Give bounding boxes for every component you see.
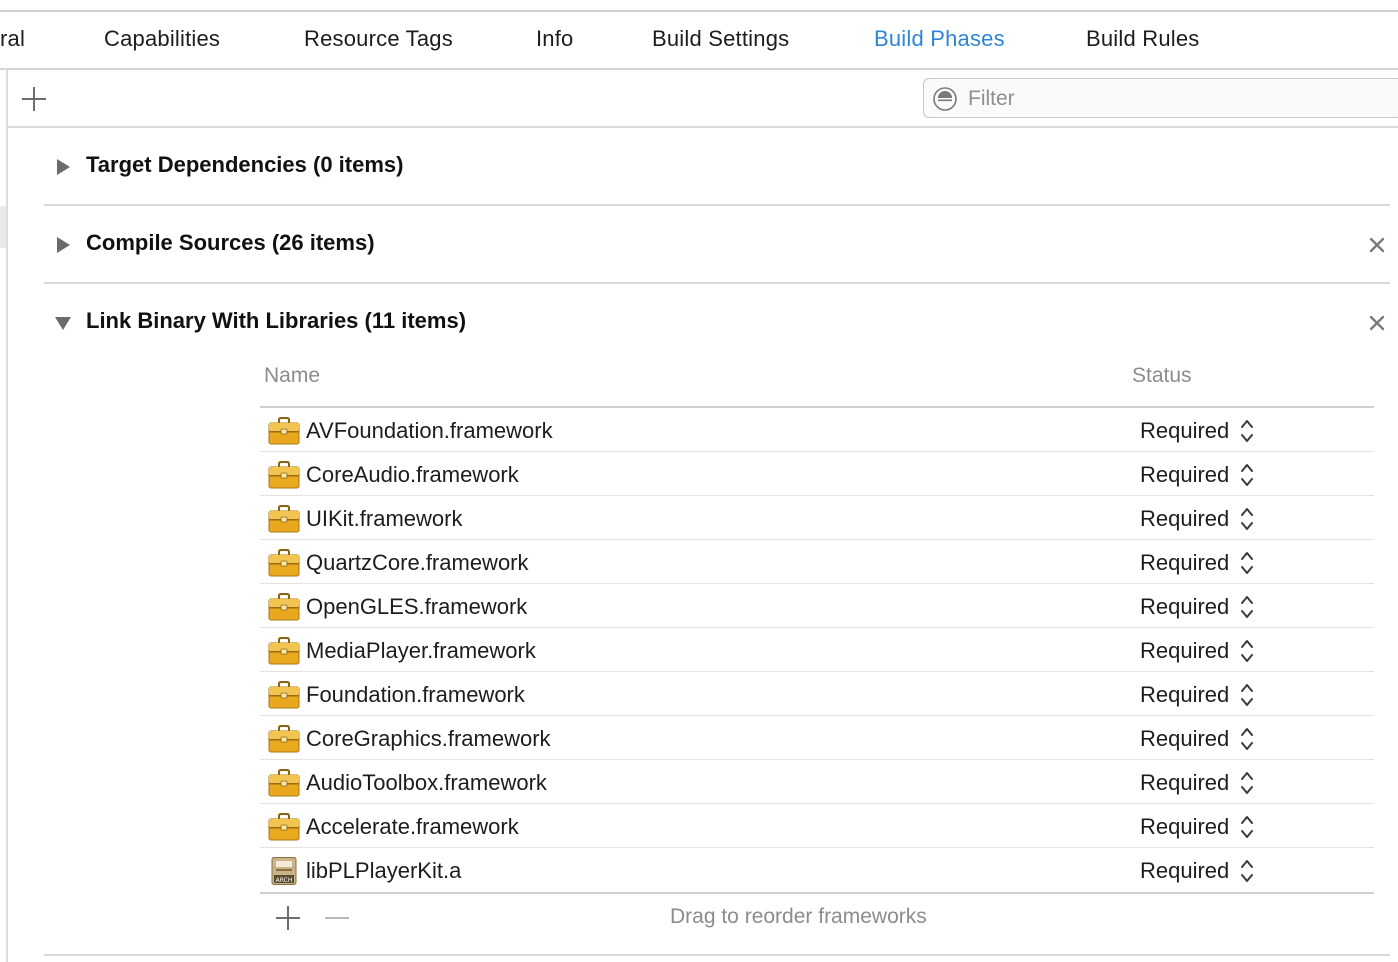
delete-phase-close-icon[interactable]	[1368, 236, 1386, 254]
framework-toolbox-icon	[268, 549, 300, 577]
status-value: Required	[1140, 506, 1230, 531]
column-header-status[interactable]: Status	[1132, 364, 1192, 388]
up-down-chevron-icon[interactable]	[1240, 461, 1254, 489]
framework-toolbox-icon	[268, 417, 300, 445]
table-row[interactable]: CoreGraphics.framework Required	[260, 716, 1374, 760]
section-target-dependencies[interactable]: Target Dependencies (0 items)	[44, 128, 1390, 206]
tab-capabilities[interactable]: Capabilities	[104, 26, 220, 52]
tab-build-rules[interactable]: Build Rules	[1086, 26, 1199, 52]
framework-toolbox-icon	[268, 725, 300, 753]
up-down-chevron-icon[interactable]	[1240, 505, 1254, 533]
library-name: AudioToolbox.framework	[306, 770, 547, 795]
disclosure-triangle-down-icon[interactable]	[54, 314, 72, 332]
table-row[interactable]: Foundation.framework Required	[260, 672, 1374, 716]
status-value: Required	[1140, 814, 1230, 839]
status-value: Required	[1140, 638, 1230, 663]
library-name: AVFoundation.framework	[306, 418, 553, 443]
tab-build-phases[interactable]: Build Phases	[874, 26, 1005, 52]
filter-icon	[933, 87, 957, 111]
library-name: MediaPlayer.framework	[306, 638, 536, 663]
table-row[interactable]: Accelerate.framework Required	[260, 804, 1374, 848]
section-divider	[44, 954, 1390, 956]
column-header-name[interactable]: Name	[264, 364, 320, 388]
static-library-icon: ARCH	[271, 857, 297, 885]
status-value: Required	[1140, 770, 1230, 795]
framework-toolbox-icon	[268, 769, 300, 797]
up-down-chevron-icon[interactable]	[1240, 593, 1254, 621]
table-row[interactable]: UIKit.framework Required	[260, 496, 1374, 540]
table-bottom-border	[260, 892, 1374, 894]
section-title: Compile Sources (26 items)	[86, 230, 375, 255]
framework-toolbox-icon	[268, 461, 300, 489]
status-value: Required	[1140, 418, 1230, 443]
delete-phase-close-icon[interactable]	[1368, 314, 1386, 332]
library-name: CoreAudio.framework	[306, 462, 519, 487]
tab-general[interactable]: ral	[0, 26, 25, 52]
filter-input[interactable]	[966, 83, 1390, 115]
disclosure-triangle-right-icon[interactable]	[54, 158, 72, 176]
tab-build-settings[interactable]: Build Settings	[652, 26, 789, 52]
status-value: Required	[1140, 858, 1230, 883]
library-name: UIKit.framework	[306, 506, 463, 531]
status-value: Required	[1140, 462, 1230, 487]
up-down-chevron-icon[interactable]	[1240, 857, 1254, 885]
status-value: Required	[1140, 682, 1230, 707]
framework-toolbox-icon	[268, 593, 300, 621]
left-pane-splitter-handle[interactable]	[0, 206, 6, 248]
library-name: QuartzCore.framework	[306, 550, 529, 575]
library-name: OpenGLES.framework	[306, 594, 528, 619]
table-row[interactable]: AudioToolbox.framework Required	[260, 760, 1374, 804]
disclosure-triangle-right-icon[interactable]	[54, 236, 72, 254]
table-row[interactable]: OpenGLES.framework Required	[260, 584, 1374, 628]
add-library-plus-icon[interactable]	[276, 906, 300, 930]
editor-tab-bar: ral Capabilities Resource Tags Info Buil…	[0, 12, 1398, 68]
up-down-chevron-icon[interactable]	[1240, 417, 1254, 445]
svg-text:ARCH: ARCH	[276, 877, 293, 884]
drag-reorder-hint: Drag to reorder frameworks	[670, 905, 927, 928]
framework-toolbox-icon	[268, 813, 300, 841]
up-down-chevron-icon[interactable]	[1240, 681, 1254, 709]
up-down-chevron-icon[interactable]	[1240, 813, 1254, 841]
status-value: Required	[1140, 726, 1230, 751]
status-value: Required	[1140, 550, 1230, 575]
section-compile-sources[interactable]: Compile Sources (26 items)	[44, 206, 1390, 284]
table-row[interactable]: CoreAudio.framework Required	[260, 452, 1374, 496]
table-row[interactable]: ARCH libPLPlayerKit.a Required	[260, 848, 1374, 892]
framework-toolbox-icon	[268, 681, 300, 709]
status-value: Required	[1140, 594, 1230, 619]
up-down-chevron-icon[interactable]	[1240, 769, 1254, 797]
library-name: Accelerate.framework	[306, 814, 519, 839]
table-row[interactable]: MediaPlayer.framework Required	[260, 628, 1374, 672]
filter-field[interactable]	[923, 78, 1398, 118]
add-build-phase-plus-icon[interactable]	[22, 87, 46, 111]
section-title: Target Dependencies (0 items)	[86, 152, 404, 177]
left-pane-border	[6, 70, 8, 962]
library-name: CoreGraphics.framework	[306, 726, 551, 751]
tab-resource-tags[interactable]: Resource Tags	[304, 26, 453, 52]
up-down-chevron-icon[interactable]	[1240, 725, 1254, 753]
table-row[interactable]: QuartzCore.framework Required	[260, 540, 1374, 584]
tab-info[interactable]: Info	[536, 26, 574, 52]
framework-toolbox-icon	[268, 637, 300, 665]
library-name: Foundation.framework	[306, 682, 525, 707]
framework-toolbox-icon	[268, 505, 300, 533]
up-down-chevron-icon[interactable]	[1240, 637, 1254, 665]
section-link-binary-with-libraries[interactable]: Link Binary With Libraries (11 items)	[44, 284, 1390, 362]
table-row[interactable]: AVFoundation.framework Required	[260, 408, 1374, 452]
remove-library-minus-icon[interactable]	[325, 906, 349, 930]
library-name: libPLPlayerKit.a	[306, 858, 462, 883]
up-down-chevron-icon[interactable]	[1240, 549, 1254, 577]
section-title: Link Binary With Libraries (11 items)	[86, 308, 467, 333]
